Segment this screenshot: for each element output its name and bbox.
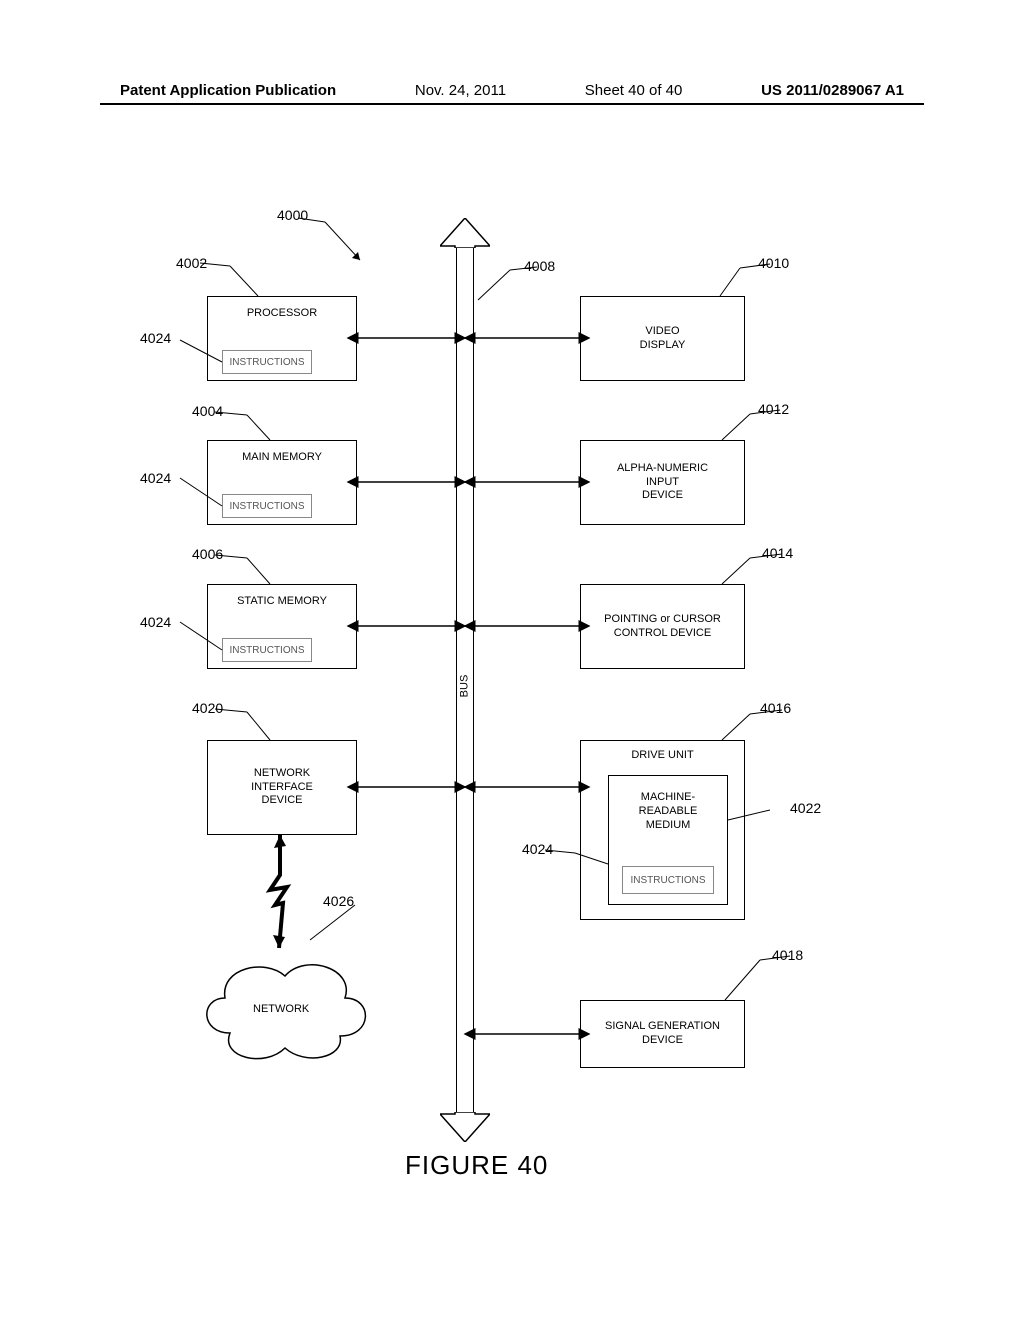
signal-l2: DEVICE bbox=[642, 1034, 683, 1048]
ani-l3: DEVICE bbox=[642, 489, 683, 503]
system-diagram: BUS PROCESSOR INSTRUCTIONS MAIN MEMORY I… bbox=[0, 0, 1024, 1320]
network-interface-device-block: NETWORK INTERFACE DEVICE bbox=[207, 740, 357, 835]
alphanumeric-input-block: ALPHA-NUMERIC INPUT DEVICE bbox=[580, 440, 745, 525]
bus-arrow-top bbox=[440, 218, 490, 248]
ref-4018: 4018 bbox=[772, 947, 803, 963]
cursor-control-block: POINTING or CURSOR CONTROL DEVICE bbox=[580, 584, 745, 669]
processor-instructions: INSTRUCTIONS bbox=[222, 350, 312, 374]
mrm-l2: READABLE bbox=[639, 805, 698, 819]
ref-4024-a: 4024 bbox=[140, 330, 171, 346]
connectors bbox=[0, 0, 1024, 1320]
ref-4002: 4002 bbox=[176, 255, 207, 271]
mrm-l1: MACHINE- bbox=[641, 791, 695, 805]
nid-l2: INTERFACE bbox=[251, 781, 313, 795]
bus-label: BUS bbox=[458, 675, 470, 698]
ref-4010: 4010 bbox=[758, 255, 789, 271]
network-label: NETWORK bbox=[253, 1003, 309, 1015]
ref-4016: 4016 bbox=[760, 700, 791, 716]
nid-l1: NETWORK bbox=[254, 767, 310, 781]
nid-l3: DEVICE bbox=[262, 794, 303, 808]
drive-instructions: INSTRUCTIONS bbox=[622, 866, 714, 894]
ref-4004: 4004 bbox=[192, 403, 223, 419]
cursor-l2: CONTROL DEVICE bbox=[614, 627, 711, 641]
main-memory-instructions: INSTRUCTIONS bbox=[222, 494, 312, 518]
ref-4006: 4006 bbox=[192, 546, 223, 562]
video-l2: DISPLAY bbox=[640, 339, 686, 353]
mrm-l3: MEDIUM bbox=[646, 819, 691, 833]
ref-4024-c: 4024 bbox=[140, 614, 171, 630]
figure-caption: FIGURE 40 bbox=[405, 1150, 548, 1181]
cursor-l1: POINTING or CURSOR bbox=[604, 613, 721, 627]
ref-4020: 4020 bbox=[192, 700, 223, 716]
main-memory-label: MAIN MEMORY bbox=[208, 451, 356, 465]
ref-4008: 4008 bbox=[524, 258, 555, 274]
ref-4012: 4012 bbox=[758, 401, 789, 417]
video-display-block: VIDEO DISPLAY bbox=[580, 296, 745, 381]
video-l1: VIDEO bbox=[645, 325, 679, 339]
bus-arrow-bottom bbox=[440, 1112, 490, 1142]
ref-4024-b: 4024 bbox=[140, 470, 171, 486]
ref-4024-d: 4024 bbox=[522, 841, 553, 857]
ani-l2: INPUT bbox=[646, 476, 679, 490]
drive-unit-label: DRIVE UNIT bbox=[581, 749, 744, 763]
static-memory-instructions: INSTRUCTIONS bbox=[222, 638, 312, 662]
ani-l1: ALPHA-NUMERIC bbox=[617, 462, 708, 476]
ref-4026: 4026 bbox=[323, 893, 354, 909]
lightning-icon bbox=[265, 835, 295, 955]
processor-label: PROCESSOR bbox=[208, 307, 356, 321]
static-memory-label: STATIC MEMORY bbox=[208, 595, 356, 609]
ref-4022: 4022 bbox=[790, 800, 821, 816]
signal-generation-block: SIGNAL GENERATION DEVICE bbox=[580, 1000, 745, 1068]
ref-4000: 4000 bbox=[277, 207, 308, 223]
signal-l1: SIGNAL GENERATION bbox=[605, 1020, 720, 1034]
ref-4014: 4014 bbox=[762, 545, 793, 561]
